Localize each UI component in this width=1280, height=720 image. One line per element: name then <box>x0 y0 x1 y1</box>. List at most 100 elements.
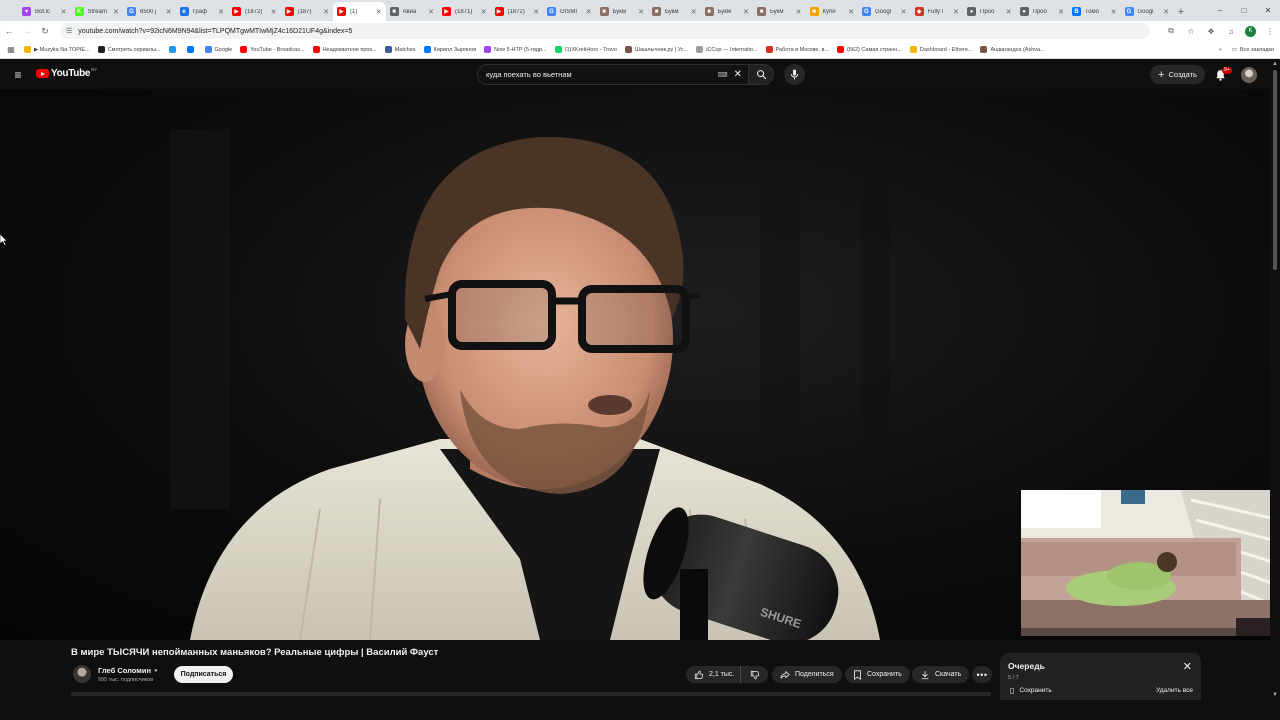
browser-tab[interactable]: ■ Букм ✕ <box>753 2 806 21</box>
extensions-icon[interactable]: ❖ <box>1201 27 1221 36</box>
close-tab-icon[interactable]: ✕ <box>953 8 959 16</box>
bookmark-item[interactable]: Шашлычник.ру | Ус... <box>624 46 688 53</box>
clear-search-icon[interactable]: ✕ <box>734 69 742 80</box>
minimize-button[interactable]: – <box>1208 0 1232 21</box>
bookmark-item[interactable]: Matches <box>384 46 416 53</box>
queue-clear-button[interactable]: Удалить все <box>1156 687 1193 694</box>
close-queue-icon[interactable]: ✕ <box>1183 660 1192 673</box>
address-bar[interactable]: ☰ youtube.com/watch?v=92icN6M9N94&list=T… <box>60 23 1150 39</box>
browser-tab[interactable]: ◆ Fully l ✕ <box>911 2 964 21</box>
bookmark-item[interactable]: Now 5-HTP (5-гидр... <box>484 46 547 53</box>
new-tab-button[interactable]: + <box>1173 2 1189 21</box>
account-avatar[interactable] <box>1241 67 1257 83</box>
close-tab-icon[interactable]: ✕ <box>481 8 487 16</box>
browser-tab[interactable]: ▶ (1872) ✕ <box>228 2 281 21</box>
close-tab-icon[interactable]: ✕ <box>796 8 802 16</box>
apps-grid-icon[interactable]: ▦ <box>4 40 18 60</box>
close-tab-icon[interactable]: ✕ <box>586 8 592 16</box>
scroll-up-icon[interactable]: ▲ <box>1272 61 1278 67</box>
bookmark-item[interactable] <box>186 46 197 53</box>
close-window-button[interactable]: ✕ <box>1256 0 1280 21</box>
close-tab-icon[interactable]: ✕ <box>638 8 644 16</box>
channel-name[interactable]: Глеб Соломин ● <box>98 666 158 675</box>
close-tab-icon[interactable]: ✕ <box>376 8 382 16</box>
description-box[interactable] <box>71 692 991 696</box>
youtube-logo[interactable]: YouTube BY <box>36 67 97 79</box>
close-tab-icon[interactable]: ✕ <box>113 8 119 16</box>
browser-tab[interactable]: ■ Букм ✕ <box>596 2 649 21</box>
browser-tab[interactable]: ▶ (187) ✕ <box>281 2 334 21</box>
bookmark-item[interactable]: YouTube - Broadcas... <box>240 46 305 53</box>
close-tab-icon[interactable]: ✕ <box>428 8 434 16</box>
like-button[interactable]: 2,1 тыс. <box>686 666 741 683</box>
browser-tab[interactable]: K Stream ✕ <box>71 2 124 21</box>
profile-avatar[interactable]: K <box>1245 25 1256 37</box>
queue-save-button[interactable]: ▯ Сохранить <box>1010 686 1052 695</box>
save-button[interactable]: Сохранить <box>845 666 910 683</box>
bookmark-item[interactable]: Неадекватное прох... <box>312 46 377 53</box>
close-tab-icon[interactable]: ✕ <box>61 8 67 16</box>
browser-tab[interactable]: ▶ (1871) ✕ <box>438 2 491 21</box>
close-tab-icon[interactable]: ✕ <box>848 8 854 16</box>
browser-menu-icon[interactable]: ⋮ <box>1260 27 1280 36</box>
browser-tab[interactable]: G Googl ✕ <box>858 2 911 21</box>
scrollbar-thumb[interactable] <box>1273 70 1277 270</box>
browser-tab[interactable]: ■ Авиа ✕ <box>386 2 439 21</box>
browser-tab[interactable]: G Googl ✕ <box>1121 2 1174 21</box>
reload-button[interactable]: ↻ <box>36 21 54 41</box>
scroll-down-icon[interactable]: ▼ <box>1272 692 1278 698</box>
search-input[interactable]: куда поехать во вьетнам ⌨ ✕ <box>477 64 749 85</box>
browser-tab[interactable]: ▶ (1872) ✕ <box>491 2 544 21</box>
install-icon[interactable]: ⧉ <box>1161 26 1181 36</box>
maximize-button[interactable]: □ <box>1232 0 1256 21</box>
browser-tab[interactable]: ♥ Bot.lс ✕ <box>18 2 71 21</box>
media-icon[interactable]: ♫ <box>1221 27 1241 36</box>
close-tab-icon[interactable]: ✕ <box>1006 8 1012 16</box>
close-tab-icon[interactable]: ✕ <box>218 8 224 16</box>
bookmark-item[interactable]: Работа в Москве, в... <box>765 46 829 53</box>
bookmark-item[interactable]: Dashboard - Ethere... <box>909 46 972 53</box>
close-tab-icon[interactable]: ✕ <box>1058 8 1064 16</box>
subscribe-button[interactable]: Подписаться <box>174 666 233 683</box>
close-tab-icon[interactable]: ✕ <box>271 8 277 16</box>
site-info-icon[interactable]: ☰ <box>66 27 72 35</box>
bookmark-item[interactable]: ▶ Muzyka Na TOPIE... <box>24 46 90 53</box>
close-tab-icon[interactable]: ✕ <box>1163 8 1169 16</box>
keyboard-icon[interactable]: ⌨ <box>718 71 728 79</box>
search-button[interactable] <box>749 64 774 85</box>
more-actions-button[interactable]: ••• <box>972 666 992 683</box>
browser-tab[interactable]: ■ Букм ✕ <box>648 2 701 21</box>
browser-tab[interactable]: G GISMI ✕ <box>543 2 596 21</box>
bookmark-item[interactable]: (1)XKrekHoro - Trovo <box>554 46 617 53</box>
browser-tab[interactable]: e Граф ✕ <box>176 2 229 21</box>
voice-search-button[interactable] <box>784 64 805 85</box>
share-button[interactable]: Поделиться <box>772 666 842 683</box>
forward-button[interactable]: → <box>18 21 36 41</box>
browser-tab[interactable]: ● Проо ✕ <box>963 2 1016 21</box>
all-bookmarks[interactable]: » ▭ Все закладки <box>1219 41 1274 59</box>
close-tab-icon[interactable]: ✕ <box>691 8 697 16</box>
guide-menu-icon[interactable]: ≡ <box>11 68 25 82</box>
dislike-button[interactable] <box>741 666 768 683</box>
close-tab-icon[interactable]: ✕ <box>743 8 749 16</box>
bookmarks-overflow-icon[interactable]: » <box>1219 47 1222 53</box>
bookmark-item[interactable]: Ашвагандха (Ashva... <box>980 46 1045 53</box>
bookmark-item[interactable]: Кирилл Зырянов <box>423 46 476 53</box>
close-tab-icon[interactable]: ✕ <box>533 8 539 16</box>
browser-tab[interactable]: ● Проо ✕ <box>1016 2 1069 21</box>
close-tab-icon[interactable]: ✕ <box>901 8 907 16</box>
bookmark-item[interactable]: Google <box>204 46 232 53</box>
browser-tab[interactable]: В Томо ✕ <box>1068 2 1121 21</box>
bookmark-star-icon[interactable]: ☆ <box>1181 27 1201 36</box>
bookmark-item[interactable]: Смотреть сериалы... <box>97 46 161 53</box>
page-scrollbar[interactable]: ▲ ▼ <box>1270 60 1280 700</box>
close-tab-icon[interactable]: ✕ <box>323 8 329 16</box>
bookmark-item[interactable]: iCCup — Internatio... <box>696 46 758 53</box>
create-button[interactable]: + Создать <box>1150 65 1205 84</box>
browser-tab[interactable]: G 6500 j ✕ <box>123 2 176 21</box>
browser-tab[interactable]: ■ Купи ✕ <box>806 2 859 21</box>
back-button[interactable]: ← <box>0 21 18 41</box>
browser-tab[interactable]: ▶ (1) ✕ <box>333 2 386 21</box>
close-tab-icon[interactable]: ✕ <box>1111 8 1117 16</box>
close-tab-icon[interactable]: ✕ <box>166 8 172 16</box>
